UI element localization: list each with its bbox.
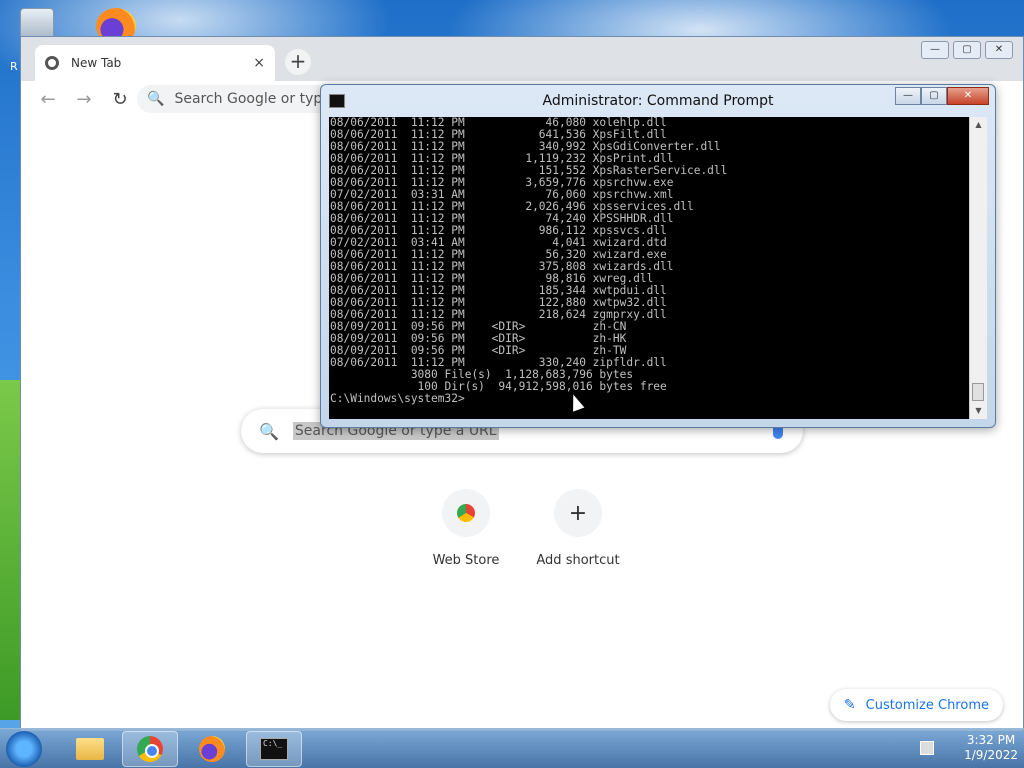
clock[interactable]: 3:32 PM 1/9/2022 bbox=[964, 733, 1018, 763]
taskbar-cmd[interactable]: C:\_ bbox=[246, 731, 302, 767]
address-bar-text: Search Google or type a bbox=[174, 91, 344, 107]
taskbar-explorer[interactable] bbox=[62, 731, 118, 767]
forward-arrow-icon[interactable]: → bbox=[75, 89, 93, 110]
cmd-close-button[interactable]: ✕ bbox=[947, 87, 989, 105]
customize-chrome-button[interactable]: ✎ Customize Chrome bbox=[829, 689, 1003, 721]
shortcut-add[interactable]: + Add shortcut bbox=[523, 489, 633, 568]
taskbar-firefox[interactable] bbox=[184, 731, 240, 767]
search-icon: 🔍 bbox=[259, 421, 279, 441]
cmd-title: Administrator: Command Prompt bbox=[542, 93, 774, 109]
clock-date: 1/9/2022 bbox=[964, 748, 1018, 762]
network-icon[interactable] bbox=[920, 741, 935, 755]
tab-close-icon[interactable]: × bbox=[253, 55, 265, 71]
web-store-icon bbox=[457, 504, 475, 522]
recycle-bin-label: R bbox=[10, 60, 18, 73]
scroll-thumb[interactable] bbox=[972, 383, 984, 401]
chrome-titlebar: New Tab × + — ▢ ✕ bbox=[21, 37, 1023, 81]
tab-new-tab[interactable]: New Tab × bbox=[35, 45, 275, 81]
new-tab-button[interactable]: + bbox=[285, 49, 311, 75]
cmd-icon: C:\_ bbox=[260, 738, 288, 760]
minimize-button[interactable]: — bbox=[921, 41, 949, 59]
customize-chrome-label: Customize Chrome bbox=[865, 697, 989, 713]
shortcut-web-store[interactable]: Web Store bbox=[411, 489, 521, 568]
cmd-window-controls: — ▢ ✕ bbox=[895, 87, 989, 105]
cmd-scrollbar[interactable]: ▲ ▼ bbox=[969, 117, 987, 419]
tab-title: New Tab bbox=[71, 56, 122, 70]
maximize-button[interactable]: ▢ bbox=[953, 41, 981, 59]
reload-icon[interactable]: ↻ bbox=[111, 89, 129, 110]
start-button[interactable] bbox=[6, 731, 42, 767]
folder-icon bbox=[76, 738, 104, 760]
taskbar: C:\_ 3:32 PM 1/9/2022 bbox=[0, 728, 1024, 768]
console-output[interactable]: 08/06/2011 11:12 PM 46,080 xolehlp.dll 08… bbox=[329, 117, 971, 419]
chrome-favicon-icon bbox=[45, 56, 59, 70]
shortcut-label: Add shortcut bbox=[536, 553, 620, 568]
close-button[interactable]: ✕ bbox=[985, 41, 1013, 59]
chrome-window-controls: — ▢ ✕ bbox=[921, 41, 1013, 59]
chrome-icon bbox=[137, 736, 163, 762]
back-arrow-icon[interactable]: ← bbox=[39, 89, 57, 110]
command-prompt-window: Administrator: Command Prompt — ▢ ✕ 08/0… bbox=[320, 84, 996, 428]
shortcut-label: Web Store bbox=[432, 553, 500, 568]
clock-time: 3:32 PM bbox=[966, 733, 1016, 747]
cmd-maximize-button[interactable]: ▢ bbox=[921, 87, 947, 105]
add-shortcut-circle: + bbox=[554, 489, 602, 537]
firefox-icon bbox=[199, 736, 225, 762]
web-store-circle bbox=[442, 489, 490, 537]
taskbar-chrome[interactable] bbox=[122, 731, 178, 767]
pencil-icon: ✎ bbox=[843, 697, 856, 713]
cmd-titlebar[interactable]: Administrator: Command Prompt — ▢ ✕ bbox=[321, 85, 995, 117]
search-icon: 🔍 bbox=[147, 91, 165, 107]
cmd-minimize-button[interactable]: — bbox=[895, 87, 921, 105]
scroll-down-arrow-icon[interactable]: ▼ bbox=[970, 403, 987, 419]
scroll-up-arrow-icon[interactable]: ▲ bbox=[970, 117, 987, 133]
console-line: C:\Windows\system32> bbox=[330, 392, 465, 405]
system-tray: 3:32 PM 1/9/2022 bbox=[920, 733, 1018, 763]
plus-icon: + bbox=[568, 500, 588, 526]
